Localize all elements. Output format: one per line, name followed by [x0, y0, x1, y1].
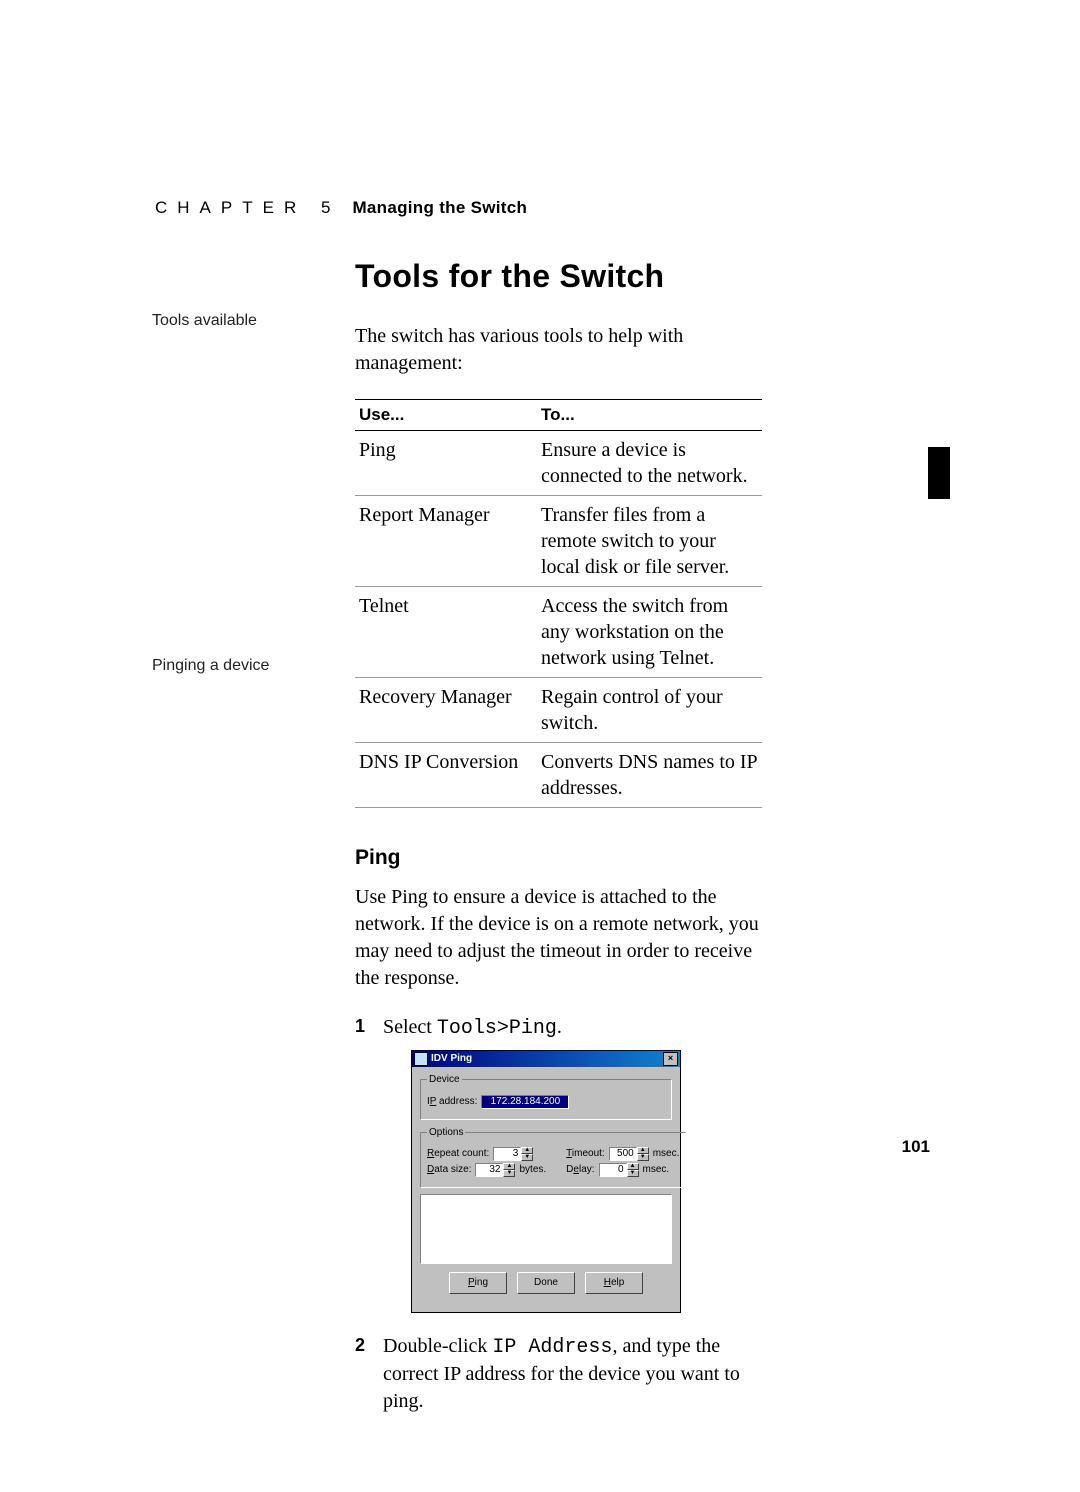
- table-row: TelnetAccess the switch from any worksta…: [355, 587, 762, 678]
- table-row: PingEnsure a device is connected to the …: [355, 431, 762, 496]
- side-note-tools: Tools available: [152, 312, 342, 330]
- timeout-stepper[interactable]: 500▲▼: [609, 1147, 649, 1161]
- table-row: Recovery ManagerRegain control of your s…: [355, 678, 762, 743]
- step-number: 2: [355, 1333, 365, 1357]
- group-options-label: Options: [427, 1126, 465, 1140]
- cell-to: Regain control of your switch.: [537, 678, 762, 743]
- data-size-stepper[interactable]: 32▲▼: [475, 1163, 515, 1177]
- cell-to: Converts DNS names to IP addresses.: [537, 743, 762, 808]
- repeat-count-label: Repeat count:: [427, 1147, 489, 1161]
- thumb-tab: [928, 447, 950, 499]
- step-2-text: Double-click IP Address, and type the co…: [383, 1335, 740, 1412]
- dialog-title: IDV Ping: [431, 1052, 472, 1066]
- repeat-count-stepper[interactable]: 3▲▼: [493, 1147, 533, 1161]
- side-note-pinging: Pinging a device: [152, 657, 342, 675]
- step-1: 1 Select Tools>Ping. IDV Ping × Device: [355, 1014, 762, 1313]
- running-header: CHAPTER 5 Managing the Switch: [155, 198, 930, 218]
- group-device-label: Device: [427, 1073, 462, 1087]
- data-size-label: Data size:: [427, 1163, 471, 1177]
- cell-use: Recovery Manager: [355, 678, 537, 743]
- cell-use: Ping: [355, 431, 537, 496]
- app-icon: [414, 1052, 428, 1066]
- page-title: Tools for the Switch: [355, 258, 762, 295]
- chevron-down-icon[interactable]: ▼: [627, 1170, 639, 1177]
- step-2: 2 Double-click IP Address, and type the …: [355, 1333, 762, 1415]
- ip-address-label: IP address:: [427, 1095, 477, 1109]
- intro-paragraph: The switch has various tools to help wit…: [355, 323, 762, 377]
- chevron-up-icon[interactable]: ▲: [503, 1163, 515, 1170]
- group-device: Device IP address: 172.28.184.200: [420, 1073, 672, 1120]
- chapter-title: Managing the Switch: [352, 198, 527, 218]
- output-area: [420, 1194, 672, 1264]
- group-options: Options Repeat count: 3▲▼ Data size: [420, 1126, 686, 1189]
- chevron-up-icon[interactable]: ▲: [521, 1147, 533, 1154]
- col-use: Use...: [355, 400, 537, 431]
- ping-intro: Use Ping to ensure a device is attached …: [355, 884, 762, 992]
- cell-use: Report Manager: [355, 496, 537, 587]
- page-number: 101: [902, 1137, 930, 1157]
- table-row: DNS IP ConversionConverts DNS names to I…: [355, 743, 762, 808]
- help-button[interactable]: Help: [585, 1272, 643, 1294]
- chevron-down-icon[interactable]: ▼: [637, 1154, 649, 1161]
- ping-button[interactable]: Ping: [449, 1272, 507, 1294]
- cell-use: DNS IP Conversion: [355, 743, 537, 808]
- steps-list: 1 Select Tools>Ping. IDV Ping × Device: [355, 1014, 762, 1415]
- close-icon[interactable]: ×: [663, 1052, 678, 1066]
- dialog-titlebar[interactable]: IDV Ping ×: [412, 1051, 680, 1067]
- page: CHAPTER 5 Managing the Switch Tools avai…: [0, 0, 1080, 1492]
- chevron-down-icon[interactable]: ▼: [503, 1170, 515, 1177]
- chevron-up-icon[interactable]: ▲: [637, 1147, 649, 1154]
- step-1-text: Select Tools>Ping.: [383, 1016, 562, 1038]
- section-ping-heading: Ping: [355, 846, 762, 870]
- timeout-unit: msec.: [653, 1147, 680, 1161]
- content: Tools for the Switch The switch has vari…: [355, 258, 762, 1429]
- cell-use: Telnet: [355, 587, 537, 678]
- chapter-word: CHAPTER 5: [155, 198, 340, 218]
- ping-dialog-screenshot: IDV Ping × Device IP address: 172.28.184…: [411, 1050, 762, 1313]
- ping-dialog: IDV Ping × Device IP address: 172.28.184…: [411, 1050, 681, 1313]
- tools-table: Use... To... PingEnsure a device is conn…: [355, 399, 762, 808]
- delay-label: Delay:: [566, 1163, 594, 1177]
- ip-address-field[interactable]: 172.28.184.200: [481, 1095, 569, 1109]
- delay-stepper[interactable]: 0▲▼: [599, 1163, 639, 1177]
- delay-unit: msec.: [643, 1163, 670, 1177]
- data-size-unit: bytes.: [519, 1163, 546, 1177]
- done-button[interactable]: Done: [517, 1272, 575, 1294]
- cell-to: Transfer files from a remote switch to y…: [537, 496, 762, 587]
- table-row: Report ManagerTransfer files from a remo…: [355, 496, 762, 587]
- cell-to: Ensure a device is connected to the net­…: [537, 431, 762, 496]
- chevron-down-icon[interactable]: ▼: [521, 1154, 533, 1161]
- timeout-label: Timeout:: [566, 1147, 605, 1161]
- step-number: 1: [355, 1014, 365, 1038]
- col-to: To...: [537, 400, 762, 431]
- chevron-up-icon[interactable]: ▲: [627, 1163, 639, 1170]
- cell-to: Access the switch from any workstation o…: [537, 587, 762, 678]
